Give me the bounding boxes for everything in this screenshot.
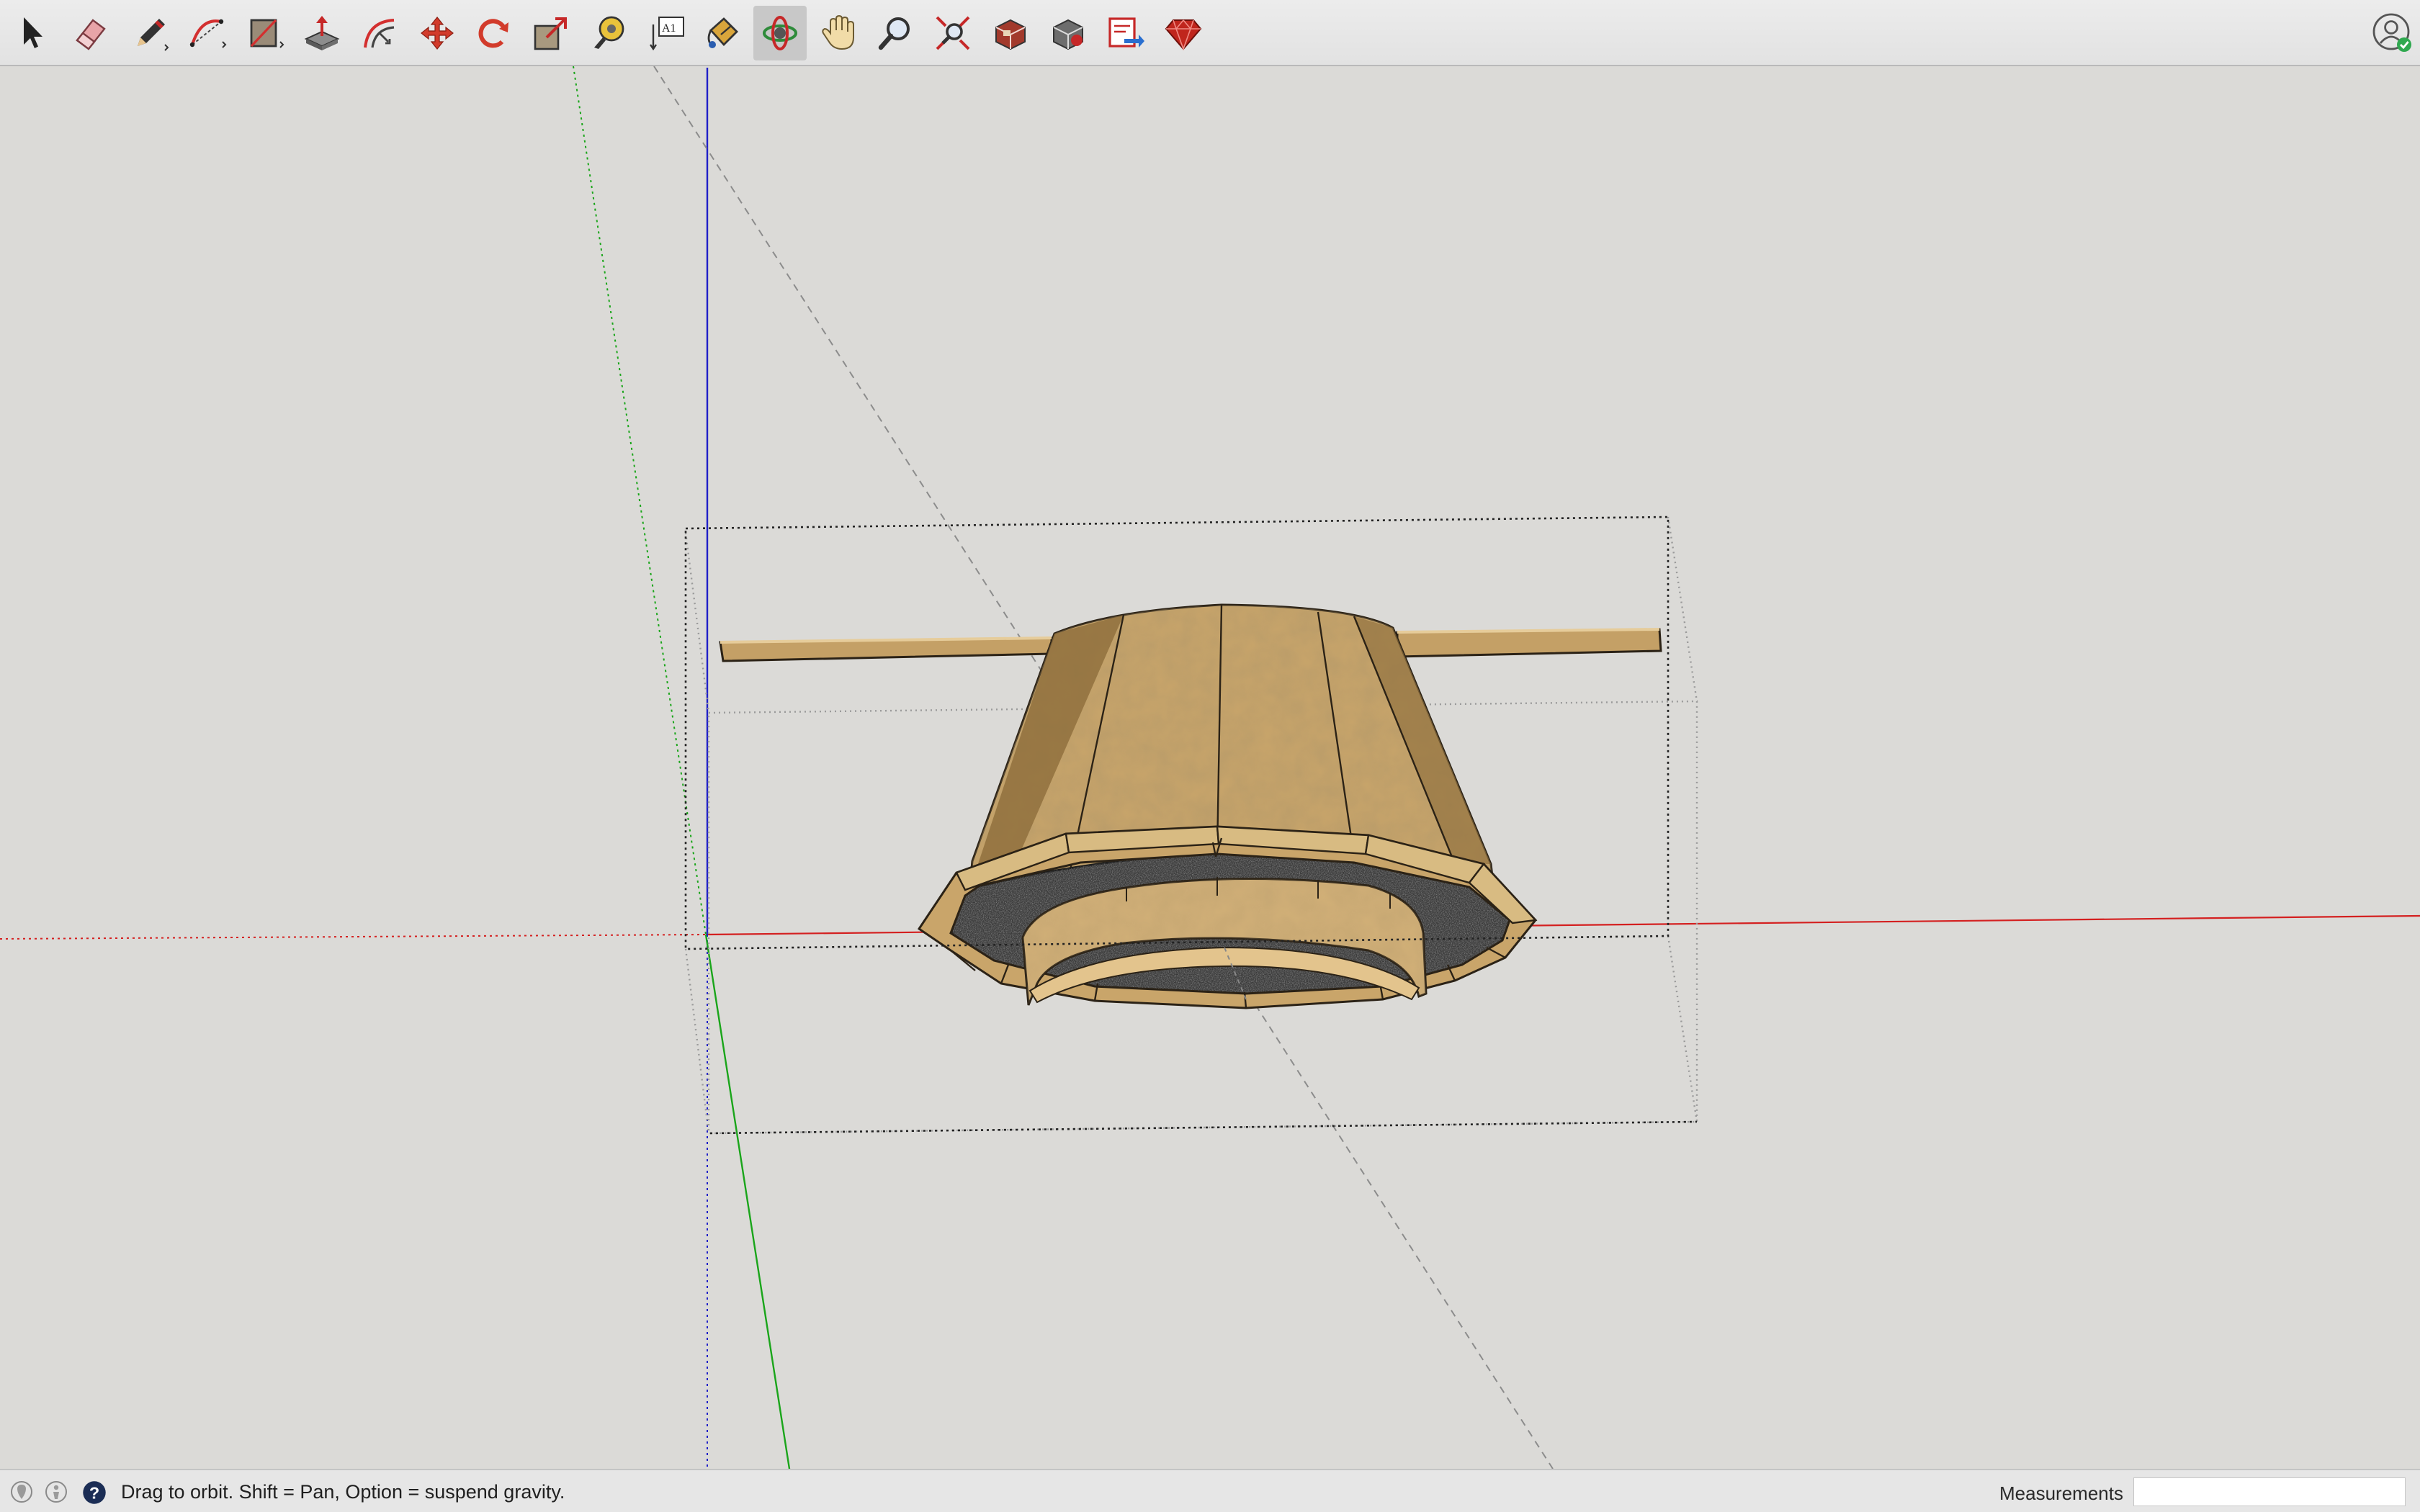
ruby-gem-icon: [1165, 19, 1202, 51]
select-tool-button[interactable]: [6, 6, 59, 60]
scale-icon: [534, 17, 567, 50]
line-tool-button[interactable]: [124, 6, 177, 60]
model-canvas: [0, 66, 2420, 1469]
text-tool-button[interactable]: A1: [640, 6, 693, 60]
push-pull-icon: [304, 16, 340, 50]
ruby-console-tool-button[interactable]: [1157, 6, 1210, 60]
eraser-icon: [76, 19, 106, 50]
scale-tool-button[interactable]: [524, 6, 578, 60]
paint-bucket-icon: [707, 17, 738, 48]
status-message: Drag to orbit. Shift = Pan, Option = sus…: [121, 1481, 565, 1503]
credits-icon[interactable]: [45, 1480, 68, 1503]
orbit-tool-button[interactable]: [753, 6, 807, 60]
orbit-icon: [763, 16, 797, 50]
help-icon[interactable]: ?: [82, 1480, 107, 1505]
y-axis-negative: [704, 934, 791, 1469]
svg-text:?: ?: [89, 1484, 99, 1503]
x-axis-negative: [0, 934, 707, 940]
3d-warehouse-icon: [995, 19, 1026, 50]
send-to-layout-tool-button[interactable]: [1099, 6, 1152, 60]
zoom-extents-icon: [936, 16, 970, 50]
rectangle-tool-button[interactable]: [239, 6, 292, 60]
y-axis-positive: [573, 66, 707, 935]
tape-measure-icon: [594, 16, 624, 49]
profile-button[interactable]: [2371, 12, 2414, 55]
main-toolbar: A1: [0, 0, 2420, 66]
measurements-input[interactable]: [2133, 1477, 2406, 1506]
pencil-icon: [138, 19, 169, 51]
arc-icon: [189, 19, 227, 48]
push-pull-tool-button[interactable]: [295, 6, 349, 60]
status-bar: ? Drag to orbit. Shift = Pan, Option = s…: [0, 1469, 2420, 1512]
extension-warehouse-icon: [1053, 19, 1083, 50]
zoom-tool-button[interactable]: [869, 6, 922, 60]
arc-tool-button[interactable]: [182, 6, 235, 60]
rotate-tool-button[interactable]: [467, 6, 520, 60]
user-profile-icon: [2372, 13, 2411, 52]
geo-location-icon[interactable]: [10, 1480, 33, 1503]
3d-warehouse-tool-button[interactable]: [984, 6, 1037, 60]
extension-warehouse-tool-button[interactable]: [1041, 6, 1095, 60]
send-to-layout-icon: [1108, 17, 1144, 48]
rotate-icon: [478, 19, 508, 48]
move-tool-button[interactable]: [411, 6, 464, 60]
offset-icon: [364, 19, 395, 48]
svg-text:A1: A1: [662, 22, 676, 35]
pan-tool-button[interactable]: [812, 6, 866, 60]
hand-icon: [822, 14, 854, 50]
offset-tool-button[interactable]: [353, 6, 406, 60]
text-label-icon: A1: [650, 17, 684, 51]
measurements-label: Measurements: [1999, 1482, 2123, 1504]
move-arrows-icon: [421, 17, 454, 50]
zoom-extents-tool-button[interactable]: [926, 6, 980, 60]
model-viewport[interactable]: [0, 66, 2420, 1469]
paint-bucket-tool-button[interactable]: [696, 6, 749, 60]
bucket-model: [917, 603, 1538, 1009]
cursor-arrow-icon: [24, 17, 42, 48]
magnifier-icon: [878, 17, 910, 50]
rectangle-icon: [250, 19, 284, 48]
eraser-tool-button[interactable]: [63, 6, 117, 60]
tape-measure-tool-button[interactable]: [582, 6, 635, 60]
